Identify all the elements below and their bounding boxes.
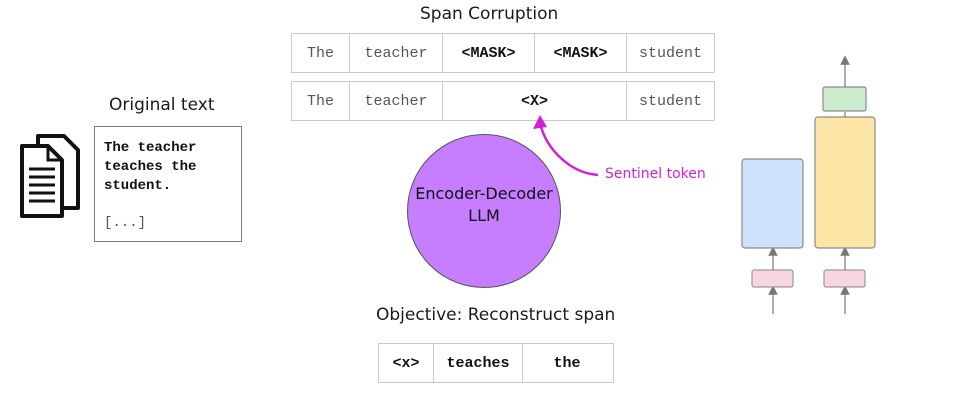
target-token-x: <x> <box>379 344 434 382</box>
decoder-embedding-block <box>823 269 866 288</box>
sentinel-token-row: The teacher <X> student <box>291 81 715 121</box>
encoder-decoder-architecture <box>741 55 876 314</box>
target-token-teaches: teaches <box>434 344 523 382</box>
corrupted-token-row: The teacher <MASK> <MASK> student <box>291 33 715 73</box>
token-mask-2: <MASK> <box>535 34 627 72</box>
token-mask-1: <MASK> <box>443 34 535 72</box>
token-teacher: teacher <box>350 82 443 120</box>
target-token-row: <x> teaches the <box>378 343 614 383</box>
token-student: student <box>638 92 702 110</box>
original-text-heading: Original text <box>109 95 215 115</box>
decoder-block <box>814 116 876 249</box>
encoder-embedding-block <box>751 269 794 288</box>
documents-icon <box>20 134 80 218</box>
objective-heading: Objective: Reconstruct span <box>376 305 616 325</box>
token-student: student <box>638 44 702 62</box>
diagram-title: Span Corruption <box>420 4 559 24</box>
token-the: The <box>292 34 350 72</box>
sentinel-token-label: Sentinel token <box>605 166 706 182</box>
token-the: The <box>292 82 350 120</box>
output-block <box>822 86 867 112</box>
target-token-the: the <box>553 354 581 372</box>
original-text-box: The teacher teaches the student. [...] <box>94 126 242 242</box>
token-teacher: teacher <box>350 34 443 72</box>
encoder-block <box>741 158 804 249</box>
original-text-content: The teacher teaches the student. <box>104 140 197 194</box>
original-text-ellipsis: [...] <box>104 215 147 231</box>
